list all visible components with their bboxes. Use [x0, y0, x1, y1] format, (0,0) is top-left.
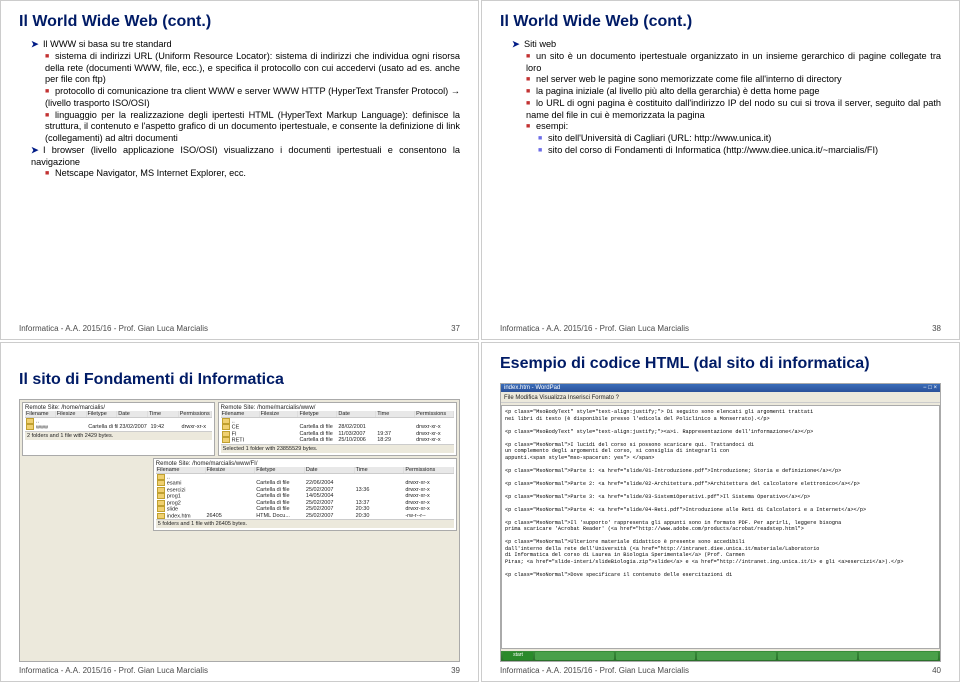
slide-body: ➤Il WWW si basa su tre standard ■sistema…	[19, 39, 460, 320]
slide-number: 38	[932, 324, 941, 333]
task-item	[697, 652, 776, 660]
bullet-text: esempi:	[536, 121, 568, 131]
bullet-square-icon: ■	[526, 53, 536, 62]
code-line: Piras; <a href="slide-interi/slideBiolog…	[505, 559, 936, 566]
window-title: index.htm - WordPad	[504, 385, 560, 391]
slide-title: Il World Wide Web (cont.)	[19, 13, 460, 31]
slide-38: Il World Wide Web (cont.) ➤Siti web ■un …	[481, 0, 960, 340]
slide-title: Il World Wide Web (cont.)	[500, 13, 941, 31]
menu-bar: File Modifica Visualizza Inserisci Forma…	[501, 394, 940, 403]
slide-footer: Informatica - A.A. 2015/16 - Prof. Gian …	[19, 666, 460, 675]
ftp-screenshot: Remote Site: /home/marcialis/ FilenameFi…	[19, 399, 460, 662]
window-titlebar: index.htm - WordPad − □ ×	[501, 384, 940, 392]
windows-taskbar: start	[501, 651, 940, 661]
bullet-square-icon: ■	[45, 53, 55, 62]
bullet-text: sito dell'Università di Cagliari (URL: h…	[548, 133, 771, 143]
bullet-arrow-icon: ➤	[512, 39, 524, 51]
slide-title: Esempio di codice HTML (dal sito di info…	[500, 355, 941, 373]
task-item	[859, 652, 938, 660]
table-row: RETICartella di file25/10/200618:29drwxr…	[221, 437, 454, 443]
slide-39: Il sito di Fondamenti di Informatica Rem…	[0, 342, 479, 682]
slide-number: 40	[932, 666, 941, 675]
bullet-square-icon: ■	[45, 88, 55, 97]
bullet-square-icon: ■	[526, 88, 536, 97]
bullet-text: Netscape Navigator, MS Internet Explorer…	[55, 168, 246, 178]
bullet-text: nel server web le pagine sono memorizzat…	[536, 74, 842, 84]
ftp-right-rows: ..esamiCartella di file22/06/2004drwxr-x…	[156, 474, 454, 519]
bullet-text: sito del corso di Fondamenti di Informat…	[548, 145, 878, 155]
task-item	[778, 652, 857, 660]
bullet-square-icon: ■	[526, 76, 536, 85]
status-bar: Selected 1 folder with 23855529 bytes.	[221, 444, 454, 453]
bullet-square-icon: ■	[526, 100, 536, 109]
slide-footer: Informatica - A.A. 2015/16 - Prof. Gian …	[500, 324, 941, 333]
bullet-arrow-icon: ➤	[31, 145, 43, 157]
slide-grid: Il World Wide Web (cont.) ➤Il WWW si bas…	[0, 0, 960, 684]
slide-body: ➤Siti web ■un sito è un documento iperte…	[500, 39, 941, 320]
footer-text: Informatica - A.A. 2015/16 - Prof. Gian …	[19, 666, 208, 675]
bullet-square-icon: ■	[45, 112, 55, 121]
footer-text: Informatica - A.A. 2015/16 - Prof. Gian …	[500, 324, 689, 333]
bullet-square-icon: ■	[538, 147, 548, 156]
slide-37: Il World Wide Web (cont.) ➤Il WWW si bas…	[0, 0, 479, 340]
slide-title: Il sito di Fondamenti di Informatica	[19, 371, 460, 389]
footer-text: Informatica - A.A. 2015/16 - Prof. Gian …	[500, 666, 689, 675]
bullet-square-icon: ■	[526, 123, 536, 132]
bullet-text: protocollo di comunicazione tra client W…	[45, 86, 460, 108]
slide-number: 37	[451, 324, 460, 333]
bullet-text: Siti web	[524, 39, 556, 49]
task-item	[616, 652, 695, 660]
code-area: <p class="MsoBodyText" style="text-align…	[501, 405, 940, 649]
ftp-left-rows: ..wwwCartella di file23/02/200719:42drwx…	[25, 418, 212, 431]
table-row: index.htm26405HTML Docu...25/02/200720:3…	[156, 513, 454, 519]
ftp-columns: FilenameFilesizeFiletypeDateTimePermissi…	[25, 411, 212, 418]
bullet-text: sistema di indirizzi URL (Uniform Resour…	[45, 51, 460, 85]
bullet-square-icon: ■	[538, 135, 548, 144]
slide-number: 39	[451, 666, 460, 675]
ftp-mid-rows: ..CECartella di file28/02/2001drwxr-xr-x…	[221, 418, 454, 444]
slide-footer: Informatica - A.A. 2015/16 - Prof. Gian …	[500, 666, 941, 675]
bullet-text: la pagina iniziale (al livello più alto …	[536, 86, 819, 96]
slide-40: Esempio di codice HTML (dal sito di info…	[481, 342, 960, 682]
bullet-text: un sito è un documento ipertestuale orga…	[526, 51, 941, 73]
bullet-text: I browser (livello applicazione ISO/OSI)…	[31, 145, 460, 167]
footer-text: Informatica - A.A. 2015/16 - Prof. Gian …	[19, 324, 208, 333]
bullet-text: Il WWW si basa su tre standard	[43, 39, 172, 49]
status-bar: 5 folders and 1 file with 26405 bytes.	[156, 519, 454, 528]
table-row: wwwCartella di file23/02/200719:42drwxr-…	[25, 424, 212, 430]
wordpad-screenshot: index.htm - WordPad − □ × File Modifica …	[500, 383, 941, 662]
slide-footer: Informatica - A.A. 2015/16 - Prof. Gian …	[19, 324, 460, 333]
bullet-text: lo URL di ogni pagina è costituito dall'…	[526, 98, 941, 120]
status-bar: 2 folders and 1 file with 2429 bytes.	[25, 431, 212, 440]
task-item	[535, 652, 614, 660]
bullet-arrow-icon: ➤	[31, 39, 43, 51]
bullet-square-icon: ■	[45, 170, 55, 179]
start-button-icon: start	[503, 652, 533, 660]
code-line: <p class="MsoNormal">Dove specificare il…	[505, 572, 936, 579]
bullet-text: linguaggio per la realizzazione degli ip…	[45, 110, 460, 144]
window-controls-icon: − □ ×	[923, 385, 937, 391]
